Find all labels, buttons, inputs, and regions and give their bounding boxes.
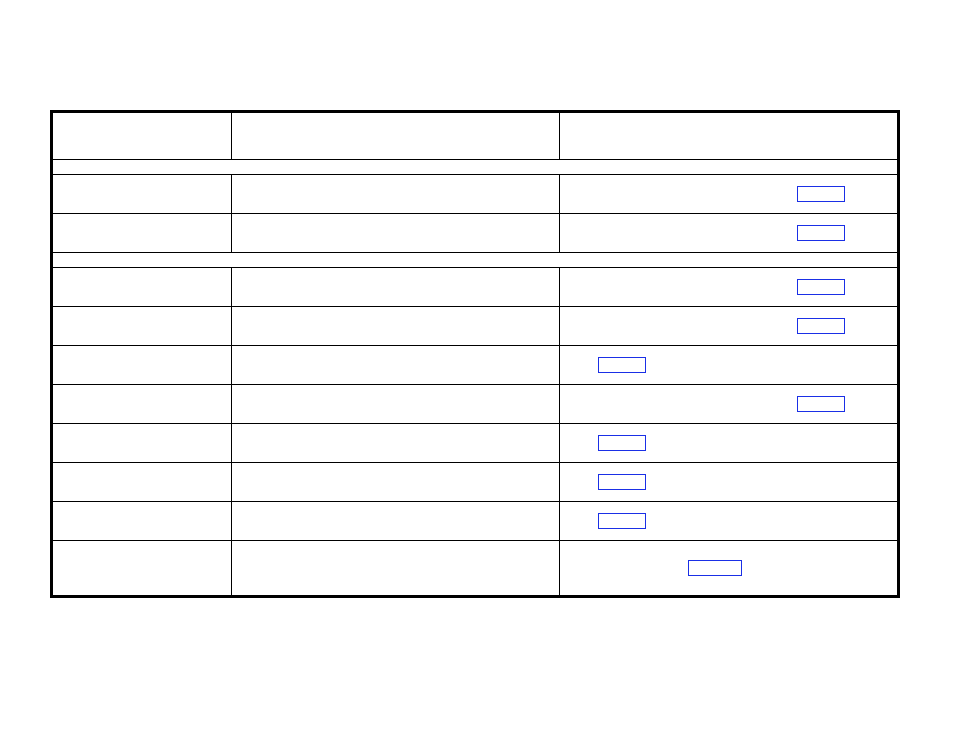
cell-a: [52, 346, 232, 385]
cell-a: [52, 541, 232, 597]
cell-a: [52, 502, 232, 541]
header-col-a: [52, 112, 232, 160]
table-row: [52, 346, 899, 385]
cell-b: [232, 385, 560, 424]
link-box[interactable]: [598, 357, 646, 373]
table-header-row: [52, 112, 899, 160]
cell-a: [52, 385, 232, 424]
cell-b: [232, 502, 560, 541]
cell-b: [232, 541, 560, 597]
cell-c: [560, 307, 899, 346]
header-col-c: [560, 112, 899, 160]
cell-a: [52, 214, 232, 253]
table-row: [52, 175, 899, 214]
section-1-heading-cell: [52, 160, 899, 175]
table-row: [52, 502, 899, 541]
cell-c: [560, 424, 899, 463]
cell-b: [232, 214, 560, 253]
cell-c: [560, 346, 899, 385]
cell-a: [52, 463, 232, 502]
cell-c: [560, 268, 899, 307]
cell-b: [232, 346, 560, 385]
cell-c: [560, 385, 899, 424]
cell-c: [560, 214, 899, 253]
link-box[interactable]: [598, 513, 646, 529]
table-row: [52, 385, 899, 424]
table-row: [52, 463, 899, 502]
cell-a: [52, 175, 232, 214]
section-2-heading-cell: [52, 253, 899, 268]
section-2-heading: [52, 253, 899, 268]
header-col-b: [232, 112, 560, 160]
cell-c: [560, 502, 899, 541]
cell-b: [232, 424, 560, 463]
link-box[interactable]: [688, 560, 742, 576]
link-box[interactable]: [598, 435, 646, 451]
cell-a: [52, 307, 232, 346]
cell-c: [560, 463, 899, 502]
link-box[interactable]: [797, 318, 845, 334]
link-box[interactable]: [797, 186, 845, 202]
table-row: [52, 541, 899, 597]
section-1-heading: [52, 160, 899, 175]
main-table: [50, 110, 900, 598]
table-row: [52, 268, 899, 307]
link-box[interactable]: [797, 279, 845, 295]
table-row: [52, 214, 899, 253]
cell-b: [232, 463, 560, 502]
cell-a: [52, 268, 232, 307]
link-box[interactable]: [797, 396, 845, 412]
cell-a: [52, 424, 232, 463]
link-box[interactable]: [598, 474, 646, 490]
cell-c: [560, 541, 899, 597]
cell-b: [232, 307, 560, 346]
table-row: [52, 424, 899, 463]
link-box[interactable]: [797, 225, 845, 241]
cell-b: [232, 175, 560, 214]
cell-b: [232, 268, 560, 307]
cell-c: [560, 175, 899, 214]
table-row: [52, 307, 899, 346]
